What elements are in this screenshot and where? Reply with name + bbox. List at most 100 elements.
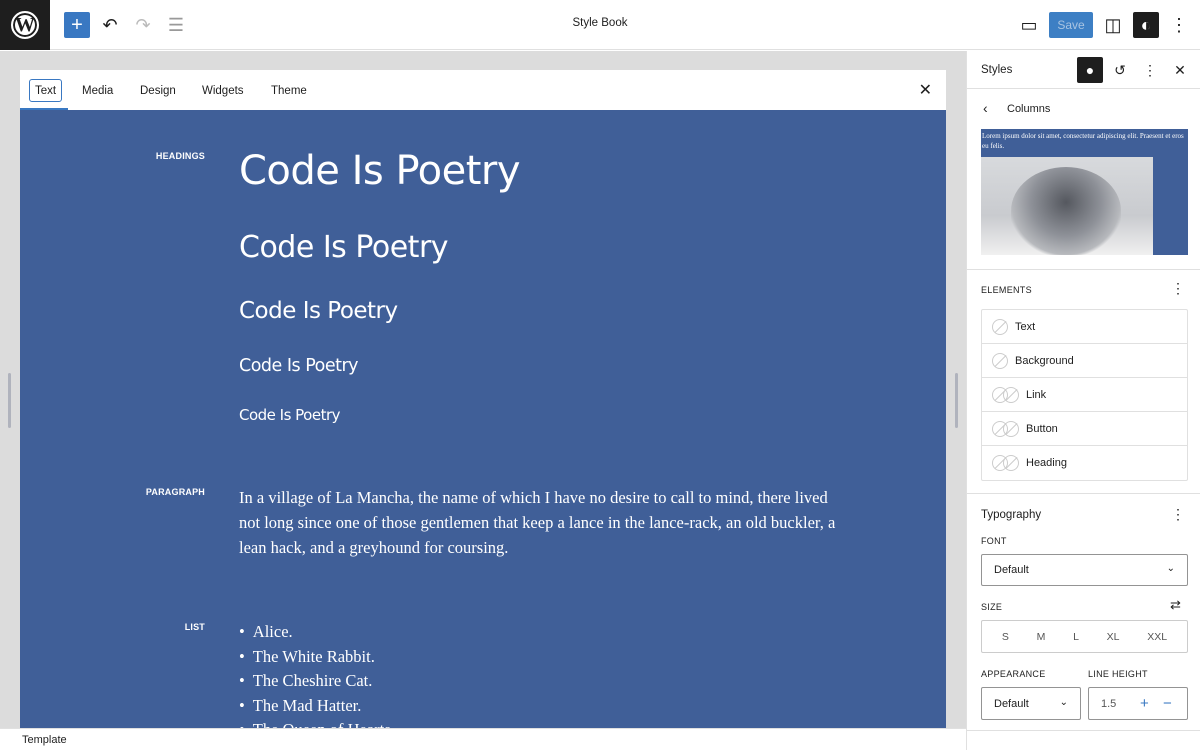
element-label: Text: [1015, 320, 1036, 333]
font-size-picker: S M L XL XXL: [981, 620, 1188, 653]
styles-header: Styles ● ↺ ⋮ ✕: [967, 51, 1200, 89]
block-title: Columns: [1007, 103, 1051, 115]
redo-button[interactable]: ↷: [130, 12, 156, 38]
typography-title: Typography: [981, 509, 1042, 521]
chevron-left-icon: ‹: [983, 100, 988, 116]
wordpress-logo-button[interactable]: W: [0, 0, 50, 50]
font-value: Default: [994, 564, 1029, 576]
heading-1-example[interactable]: Code Is Poetry: [239, 148, 521, 194]
style-book-toggle-button[interactable]: ●: [1077, 57, 1103, 83]
heading-4-example[interactable]: Code Is Poetry: [239, 356, 359, 376]
revisions-button[interactable]: ↺: [1107, 57, 1133, 83]
wordpress-icon: W: [11, 11, 39, 39]
line-height-decrement-button[interactable]: −: [1163, 695, 1172, 712]
element-label: Background: [1015, 354, 1074, 367]
color-swatch-icon: [992, 352, 1008, 369]
line-height-increment-button[interactable]: +: [1140, 695, 1149, 712]
custom-size-button[interactable]: ⇄: [1170, 597, 1181, 613]
tab-design[interactable]: Design: [135, 79, 181, 102]
style-book-tabs: Text Media Design Widgets Theme ✕: [20, 70, 946, 110]
tab-theme[interactable]: Theme: [266, 79, 312, 102]
block-inserter-button[interactable]: +: [64, 12, 90, 38]
list-label: LIST: [184, 622, 205, 632]
list-example[interactable]: Alice. The White Rabbit. The Cheshire Ca…: [239, 620, 395, 728]
device-preview-button[interactable]: ▭: [1016, 12, 1042, 38]
close-icon: ✕: [1174, 61, 1186, 78]
heading-3-example[interactable]: Code Is Poetry: [239, 298, 398, 324]
element-item-text[interactable]: Text: [982, 310, 1187, 344]
sidebar-icon: ◫: [1104, 14, 1122, 35]
more-vertical-icon: ⋮: [1170, 14, 1188, 35]
resize-handle-left[interactable]: [8, 373, 11, 428]
size-option-xxl[interactable]: XXL: [1147, 631, 1167, 643]
settings-toggle-button[interactable]: ◫: [1100, 12, 1126, 38]
undo-button[interactable]: ↶: [97, 12, 123, 38]
elements-more-button[interactable]: ⋮: [1171, 280, 1185, 297]
appearance-select[interactable]: Default ⌄: [981, 687, 1081, 720]
tab-text[interactable]: Text: [29, 79, 63, 102]
list-item: The Mad Hatter.: [239, 694, 395, 719]
close-style-book-button[interactable]: ✕: [919, 80, 932, 100]
divider: [967, 730, 1200, 731]
undo-icon: ↶: [102, 14, 118, 35]
size-option-l[interactable]: L: [1073, 631, 1079, 643]
color-swatch-icon: [1003, 455, 1019, 471]
list-view-button[interactable]: ☰: [163, 12, 189, 38]
back-button[interactable]: ‹: [983, 100, 988, 116]
close-styles-button[interactable]: ✕: [1167, 57, 1193, 83]
options-menu-button[interactable]: ⋮: [1166, 12, 1192, 38]
divider: [967, 269, 1200, 270]
heading-5-example[interactable]: Code Is Poetry: [239, 406, 341, 424]
appearance-value: Default: [994, 698, 1029, 710]
laptop-icon: ▭: [1020, 14, 1038, 35]
styles-title: Styles: [981, 64, 1013, 76]
appearance-label: APPEARANCE: [981, 669, 1046, 679]
list-item: The White Rabbit.: [239, 645, 395, 670]
style-book-panel: Text Media Design Widgets Theme ✕ HEADIN…: [20, 70, 946, 728]
headings-label: HEADINGS: [155, 151, 205, 161]
element-label: Button: [1026, 422, 1058, 435]
close-icon: ✕: [918, 82, 932, 99]
tree-image: [1011, 167, 1121, 255]
styles-toggle-button[interactable]: ◐: [1133, 12, 1159, 38]
element-item-link[interactable]: Link: [982, 378, 1187, 412]
size-option-m[interactable]: M: [1037, 631, 1046, 643]
heading-2-example[interactable]: Code Is Poetry: [239, 230, 449, 265]
more-vertical-icon: ⋮: [1171, 280, 1185, 296]
elements-list: Text Background Link Button Heading: [981, 309, 1188, 481]
top-toolbar: W + ↶ ↷ ☰ Style Book ▭ Save ◫ ◐ ⋮: [0, 0, 1200, 50]
history-icon: ↺: [1114, 61, 1126, 78]
elements-label: ELEMENTS: [981, 285, 1032, 295]
color-swatch-icon: [1003, 420, 1019, 437]
line-height-label: LINE HEIGHT: [1088, 669, 1148, 679]
element-label: Heading: [1026, 457, 1067, 469]
preview-image: [981, 157, 1153, 255]
styles-sidebar: Styles ● ↺ ⋮ ✕ ‹ Columns Lorem ipsum dol…: [966, 51, 1200, 750]
styles-more-button[interactable]: ⋮: [1137, 57, 1163, 83]
save-button[interactable]: Save: [1049, 12, 1093, 38]
preview-text: Lorem ipsum dolor sit amet, consectetur …: [982, 132, 1184, 150]
tab-widgets[interactable]: Widgets: [197, 79, 249, 102]
tab-media[interactable]: Media: [77, 79, 118, 102]
paragraph-label: PARAGRAPH: [145, 487, 205, 497]
size-label: SIZE: [981, 602, 1003, 612]
color-swatch-icon: [1003, 386, 1019, 403]
element-item-background[interactable]: Background: [982, 344, 1187, 378]
line-height-input[interactable]: 1.5: [1088, 687, 1188, 720]
font-select[interactable]: Default ⌄: [981, 554, 1188, 586]
element-label: Link: [1026, 388, 1047, 401]
document-title[interactable]: Style Book: [573, 17, 628, 29]
resize-handle-right[interactable]: [955, 373, 958, 428]
size-option-s[interactable]: S: [1002, 631, 1009, 643]
chevron-down-icon: ⌄: [1059, 697, 1068, 708]
divider: [967, 493, 1200, 494]
columns-block-preview: Lorem ipsum dolor sit amet, consectetur …: [981, 129, 1188, 255]
list-item: Alice.: [239, 620, 395, 645]
size-option-xl[interactable]: XL: [1107, 631, 1120, 643]
contrast-icon: ◐: [1140, 14, 1152, 35]
element-item-heading[interactable]: Heading: [982, 446, 1187, 480]
typography-more-button[interactable]: ⋮: [1171, 506, 1185, 523]
breadcrumb-template[interactable]: Template: [22, 734, 67, 746]
element-item-button[interactable]: Button: [982, 412, 1187, 446]
paragraph-example[interactable]: In a village of La Mancha, the name of w…: [239, 485, 849, 560]
